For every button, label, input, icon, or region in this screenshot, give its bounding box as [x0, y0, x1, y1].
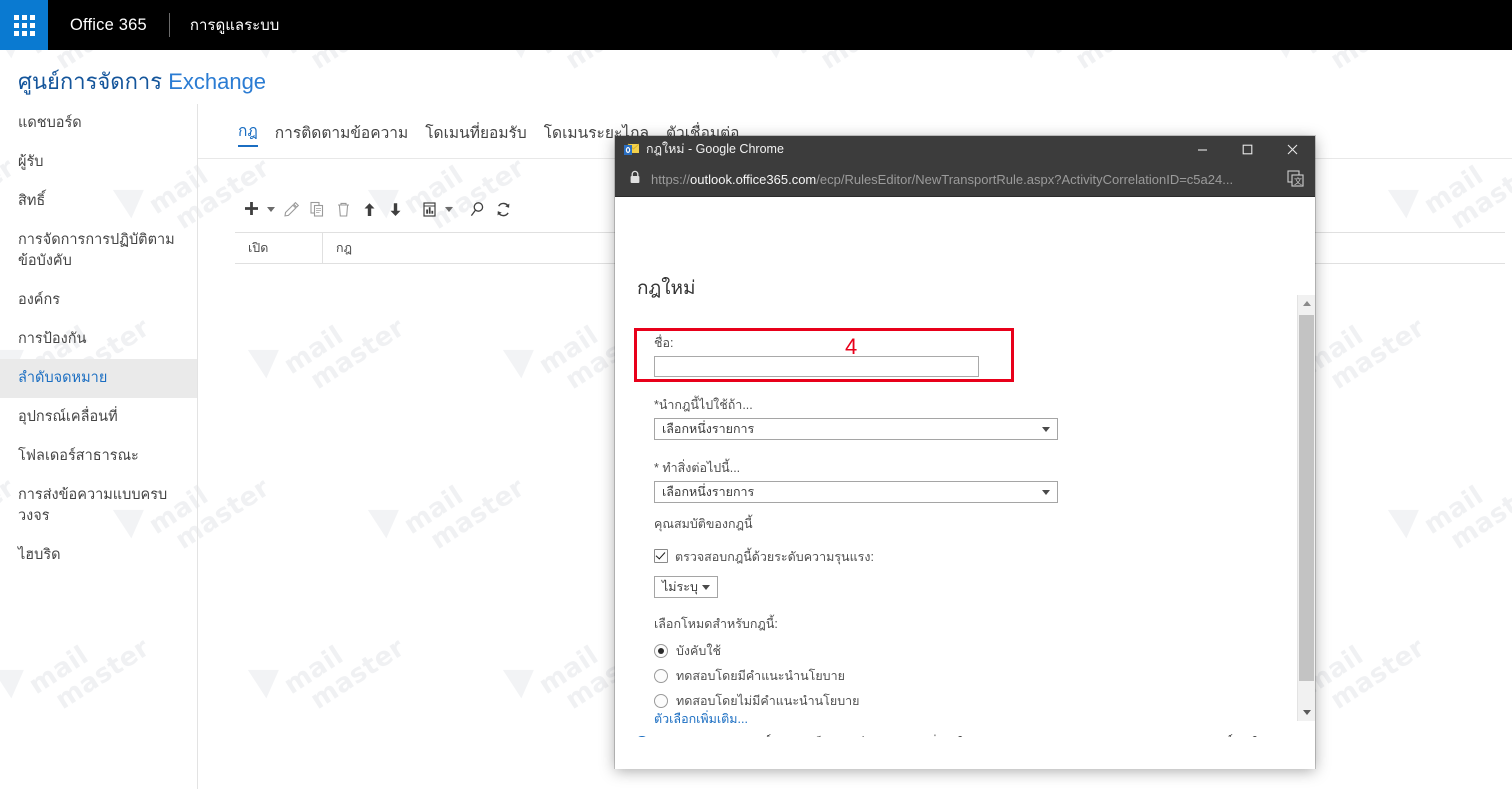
action-label: * ทำสิ่งต่อไปนี้... [654, 461, 741, 475]
sidebar-item-2[interactable]: สิทธิ์ [0, 182, 197, 221]
mode-radio-label-1: ทดสอบโดยมีคำแนะนำนโยบาย [676, 669, 845, 683]
more-options-row: ตัวเลือกเพิ่มเติม... [654, 709, 748, 729]
scrollbar-thumb[interactable] [1299, 315, 1314, 681]
move-down-button[interactable] [382, 194, 408, 224]
office365-brand-link[interactable]: Office 365 [70, 16, 147, 35]
mode-label: เลือกโหมดสำหรับกฎนี้: [654, 617, 778, 631]
sidebar-item-5[interactable]: การป้องกัน [0, 320, 197, 359]
rule-properties-group: คุณสมบัติของกฎนี้ [654, 514, 753, 534]
sidebar-item-3[interactable]: การจัดการการปฏิบัติตามข้อบังคับ [0, 221, 197, 281]
svg-text:文: 文 [1294, 176, 1302, 186]
admin-app-label[interactable]: การดูแลระบบ [190, 13, 279, 37]
sidebar-item-9[interactable]: การส่งข้อความแบบครบวงจร [0, 476, 197, 536]
grid-column-enabled[interactable]: เปิด [235, 233, 323, 263]
mode-radio-label-2: ทดสอบโดยไม่มีคำแนะนำนโยบาย [676, 694, 860, 708]
dialog-scrollbar[interactable] [1297, 295, 1315, 721]
mode-radio-2[interactable] [654, 694, 668, 708]
move-up-button[interactable] [356, 194, 382, 224]
dialog-footer: บันทึก ยกเลิก [615, 737, 1315, 769]
sidebar-item-10[interactable]: ไฮบริด [0, 536, 197, 575]
sidebar-item-8[interactable]: โฟลเดอร์สาธารณะ [0, 437, 197, 476]
name-field-group: ชื่อ: [654, 333, 979, 377]
severity-group: ตรวจสอบกฎนี้ด้วยระดับความรุนแรง: ไม่ระบุ [654, 547, 874, 598]
url-host: outlook.office365.com [690, 171, 817, 187]
name-field-label: ชื่อ: [654, 336, 674, 350]
dialog-body: กฎใหม่ 4 ชื่อ: *นำกฎนี้ไปใช้ถ้า... เลือก… [615, 197, 1315, 769]
translate-icon[interactable]: 文 [1287, 170, 1304, 192]
condition-select[interactable]: เลือกหนึ่งรายการ [654, 418, 1058, 440]
address-bar-url[interactable]: https://outlook.office365.com/ecp/RulesE… [651, 172, 1233, 187]
close-icon[interactable] [1270, 136, 1315, 162]
chrome-title-bar[interactable]: กฎใหม่ - Google Chrome [615, 136, 1315, 162]
app-launcher-waffle-icon[interactable] [0, 0, 48, 50]
severity-select[interactable]: ไม่ระบุ [654, 576, 718, 598]
more-options-link[interactable]: ตัวเลือกเพิ่มเติม... [654, 712, 748, 726]
severity-selected-value: ไม่ระบุ [662, 580, 698, 594]
new-rule-button[interactable] [238, 194, 264, 224]
page-title-en: Exchange [168, 69, 267, 94]
page-title-thai: ศูนย์การจัดการ [18, 69, 163, 94]
condition-selected-value: เลือกหนึ่งรายการ [662, 422, 755, 436]
severity-checkbox[interactable] [654, 549, 668, 563]
sidebar-item-0[interactable]: แดชบอร์ด [0, 104, 197, 143]
annotation-step-number: 4 [845, 334, 858, 359]
suite-header-bar: Office 365 การดูแลระบบ [0, 0, 1512, 50]
mode-radio-1[interactable] [654, 669, 668, 683]
mode-radio-0[interactable] [654, 644, 668, 658]
mode-radio-list: บังคับใช้ทดสอบโดยมีคำแนะนำนโยบายทดสอบโดย… [654, 641, 859, 711]
chevron-down-icon [702, 585, 710, 590]
action-select[interactable]: เลือกหนึ่งรายการ [654, 481, 1058, 503]
sidebar-item-7[interactable]: อุปกรณ์เคลื่อนที่ [0, 398, 197, 437]
mode-radio-label-0: บังคับใช้ [676, 644, 721, 658]
chrome-address-bar[interactable]: https://outlook.office365.com/ecp/RulesE… [615, 162, 1315, 197]
maximize-icon[interactable] [1225, 136, 1270, 162]
search-button[interactable] [464, 194, 490, 224]
action-selected-value: เลือกหนึ่งรายการ [662, 485, 755, 499]
window-controls [1180, 136, 1315, 162]
lock-icon [629, 170, 641, 189]
sidebar-nav: แดชบอร์ด ผู้รับ สิทธิ์ การจัดการการปฏิบัติต… [0, 104, 198, 789]
delete-button[interactable] [330, 194, 356, 224]
new-rule-dropdown[interactable] [264, 194, 278, 224]
chevron-down-icon [1042, 490, 1050, 495]
command-toolbar [238, 192, 516, 226]
rule-properties-label: คุณสมบัติของกฎนี้ [654, 517, 753, 531]
page-title: ศูนย์การจัดการ Exchange [18, 64, 266, 99]
outlook-favicon [624, 143, 640, 156]
tab-1[interactable]: การติดตามข้อความ [275, 120, 408, 147]
url-scheme: https:// [651, 171, 691, 187]
mode-radio-row-2[interactable]: ทดสอบโดยไม่มีคำแนะนำนโยบาย [654, 691, 859, 711]
sidebar-item-6[interactable]: ลำดับจดหมาย [0, 359, 197, 399]
sidebar-item-1[interactable]: ผู้รับ [0, 143, 197, 182]
condition-label: *นำกฎนี้ไปใช้ถ้า... [654, 398, 753, 412]
refresh-button[interactable] [490, 194, 516, 224]
sidebar-item-4[interactable]: องค์กร [0, 281, 197, 320]
more-options-button[interactable] [416, 194, 442, 224]
dialog-heading: กฎใหม่ [637, 278, 696, 299]
tab-2[interactable]: โดเมนที่ยอมรับ [425, 120, 527, 147]
suite-divider [168, 13, 170, 37]
copy-button[interactable] [304, 194, 330, 224]
url-path: /ecp/RulesEditor/NewTransportRule.aspx?A… [816, 171, 1234, 187]
chrome-browser-window: กฎใหม่ - Google Chrome https://outlook.o… [615, 136, 1315, 769]
minimize-icon[interactable] [1180, 136, 1225, 162]
severity-checkbox-label: ตรวจสอบกฎนี้ด้วยระดับความรุนแรง: [675, 550, 874, 564]
condition-field-group: *นำกฎนี้ไปใช้ถ้า... เลือกหนึ่งรายการ [654, 395, 1058, 440]
mode-radio-row-1[interactable]: ทดสอบโดยมีคำแนะนำนโยบาย [654, 666, 859, 686]
chrome-window-title: กฎใหม่ - Google Chrome [646, 142, 784, 156]
scroll-up-arrow-icon[interactable] [1298, 295, 1315, 312]
action-field-group: * ทำสิ่งต่อไปนี้... เลือกหนึ่งรายการ [654, 458, 1058, 503]
mode-radio-row-0[interactable]: บังคับใช้ [654, 641, 859, 661]
more-options-dropdown[interactable] [442, 194, 456, 224]
edit-button[interactable] [278, 194, 304, 224]
scroll-down-arrow-icon[interactable] [1298, 704, 1315, 721]
tab-0[interactable]: กฎ [238, 118, 258, 147]
severity-checkbox-row[interactable]: ตรวจสอบกฎนี้ด้วยระดับความรุนแรง: [654, 547, 874, 567]
rule-name-input[interactable] [654, 356, 979, 377]
chevron-down-icon [1042, 427, 1050, 432]
mode-group: เลือกโหมดสำหรับกฎนี้: บังคับใช้ทดสอบโดยม… [654, 614, 859, 716]
